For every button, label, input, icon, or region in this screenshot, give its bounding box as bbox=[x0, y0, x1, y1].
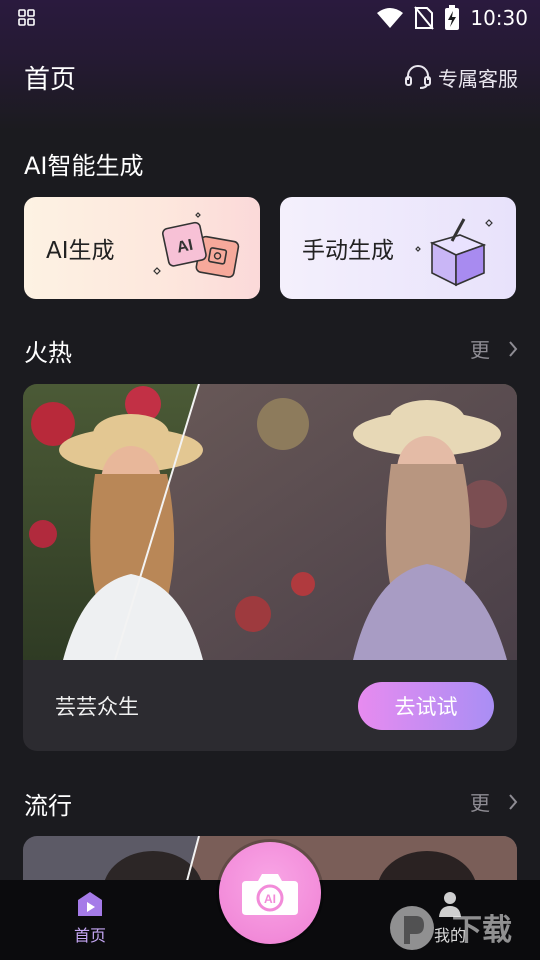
battery-charging-icon bbox=[445, 5, 460, 30]
customer-service-label: 专属客服 bbox=[438, 66, 518, 91]
chevron-right-icon bbox=[509, 340, 518, 357]
magic-box-illustration bbox=[415, 218, 493, 287]
try-button[interactable]: 去试试 bbox=[358, 681, 494, 730]
status-bar: 10:30 bbox=[0, 0, 540, 36]
nav-home[interactable]: 首页 bbox=[50, 890, 130, 946]
popular-section-title: 流行 bbox=[24, 792, 72, 820]
app-header: 首页 专属客服 bbox=[0, 52, 540, 102]
wifi-icon bbox=[377, 8, 404, 28]
ai-generate-card[interactable]: AI生成 AI bbox=[24, 197, 260, 299]
ai-section-title: AI智能生成 bbox=[24, 152, 144, 180]
chevron-right-icon bbox=[509, 793, 518, 810]
ai-generate-illustration: AI bbox=[153, 212, 240, 278]
status-time: 10:30 bbox=[470, 6, 528, 30]
hot-more-label: 更 bbox=[470, 338, 490, 362]
app-grid-icon bbox=[18, 9, 35, 26]
hot-template-card[interactable]: 芸芸众生 去试试 bbox=[23, 384, 517, 751]
nav-home-label: 首页 bbox=[73, 926, 106, 945]
manual-generate-card[interactable]: 手动生成 bbox=[280, 197, 516, 299]
page-title: 首页 bbox=[24, 64, 77, 95]
site-watermark: 下载 bbox=[390, 906, 512, 950]
ai-generate-label: AI生成 bbox=[46, 238, 115, 264]
manual-generate-label: 手动生成 bbox=[302, 238, 394, 264]
popular-more-link[interactable]: 更 bbox=[470, 787, 518, 816]
hot-template-image bbox=[23, 384, 517, 660]
ai-camera-button[interactable]: AI bbox=[219, 842, 321, 944]
watermark-text: 下载 bbox=[452, 913, 512, 948]
headset-icon bbox=[405, 65, 431, 89]
popular-more-label: 更 bbox=[470, 791, 490, 815]
camera-icon: AI bbox=[242, 874, 298, 915]
home-play-icon bbox=[78, 892, 102, 916]
hot-caption: 芸芸众生 bbox=[55, 694, 139, 719]
customer-service-button[interactable]: 专属客服 bbox=[404, 63, 518, 92]
hot-more-link[interactable]: 更 bbox=[470, 334, 518, 363]
hot-card-footer: 芸芸众生 去试试 bbox=[23, 660, 517, 751]
camera-ai-badge: AI bbox=[264, 892, 276, 906]
hot-section-title: 火热 bbox=[24, 339, 72, 367]
no-sim-icon bbox=[414, 6, 435, 30]
